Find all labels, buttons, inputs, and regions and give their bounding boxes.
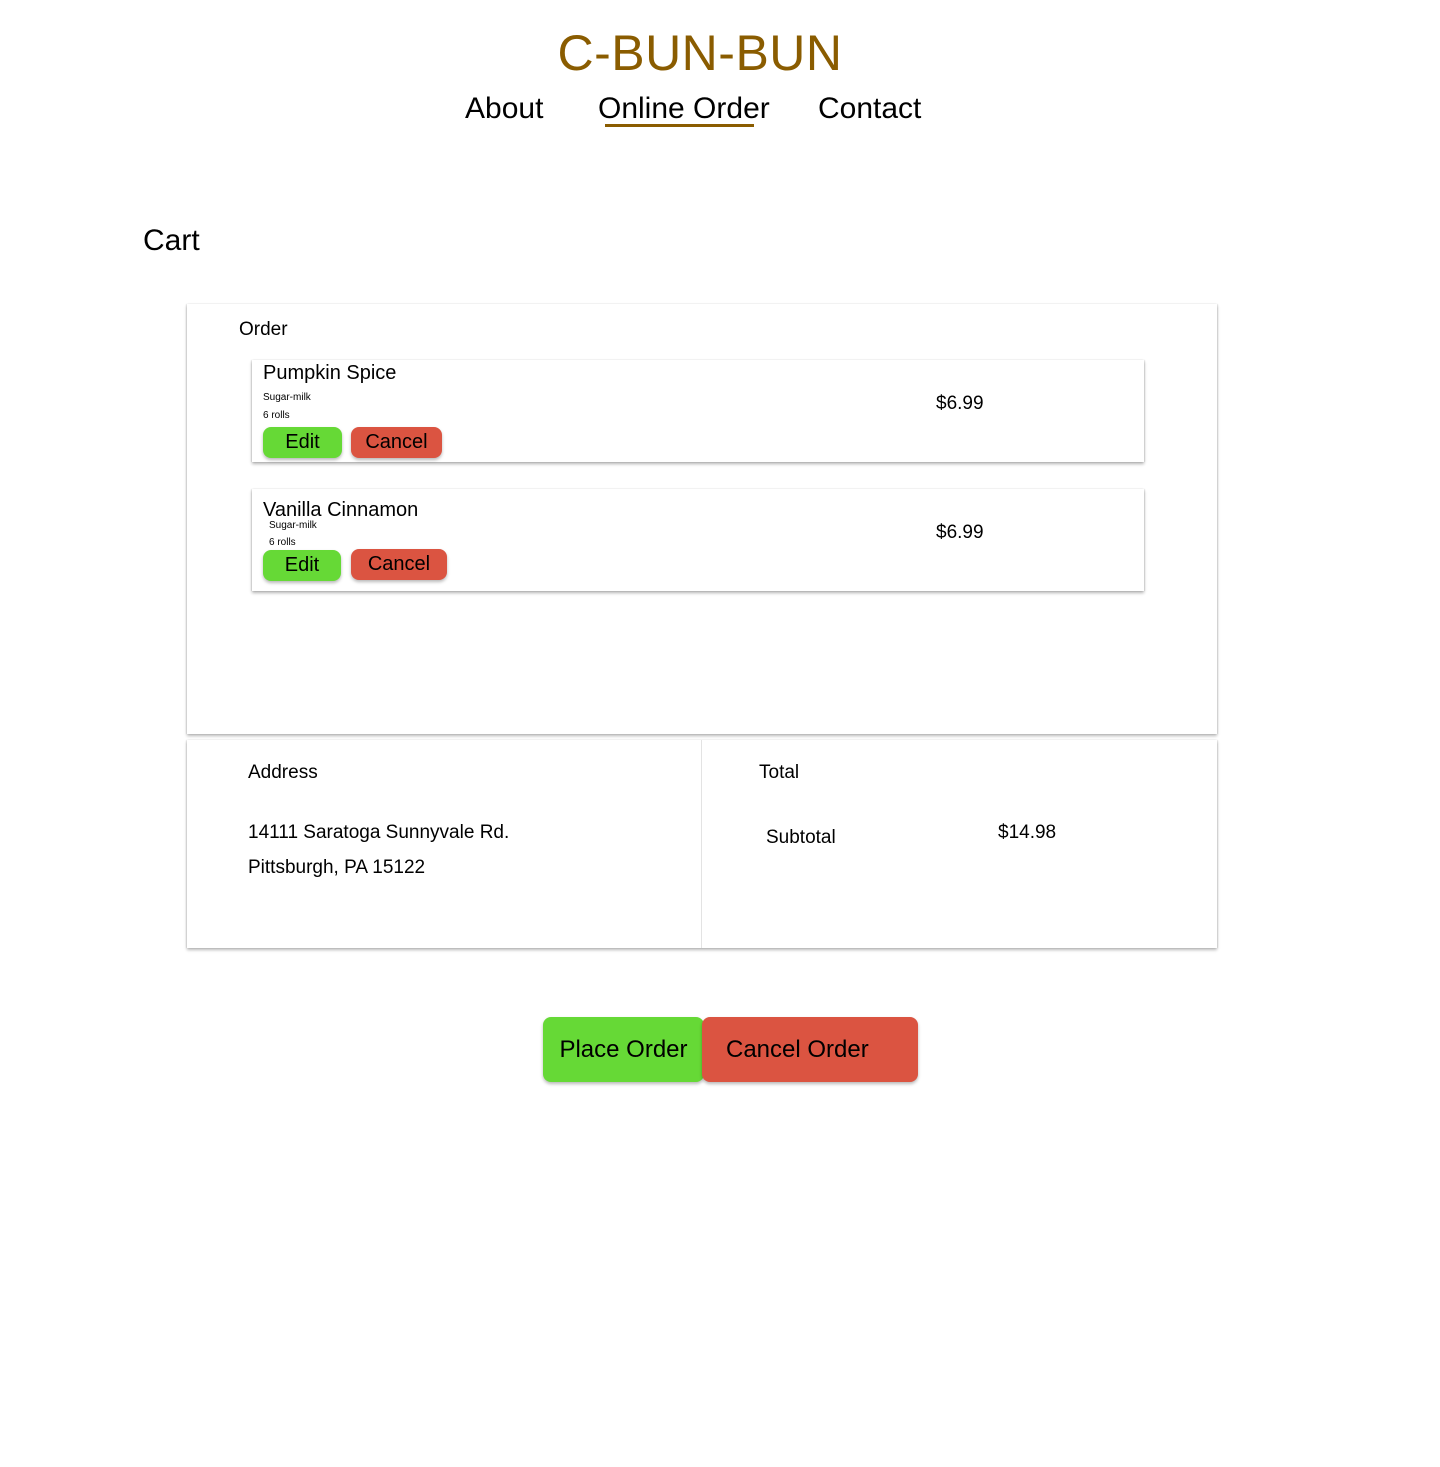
total-label: Total xyxy=(759,762,800,783)
edit-item-button[interactable]: Edit xyxy=(263,550,341,581)
panel-divider xyxy=(701,740,702,948)
item-price: $6.99 xyxy=(936,522,984,543)
nav-contact[interactable]: Contact xyxy=(818,92,921,126)
cancel-item-button[interactable]: Cancel xyxy=(351,549,447,580)
order-section-label: Order xyxy=(239,319,288,340)
item-price: $6.99 xyxy=(936,393,984,414)
item-glaze: Sugar-milk xyxy=(263,392,311,403)
address-line-2: Pittsburgh, PA 15122 xyxy=(248,857,426,878)
cart-item: Pumpkin Spice Sugar-milk 6 rolls $6.99 E… xyxy=(252,360,1144,462)
checkout-info-panel: Address 14111 Saratoga Sunnyvale Rd. Pit… xyxy=(187,740,1217,948)
cancel-order-button[interactable]: Cancel Order xyxy=(702,1017,918,1082)
order-panel: Order Pumpkin Spice Sugar-milk 6 rolls $… xyxy=(187,304,1217,734)
nav-about[interactable]: About xyxy=(465,92,543,126)
place-order-button[interactable]: Place Order xyxy=(543,1017,704,1082)
page-title: Cart xyxy=(143,224,200,257)
item-quantity: 6 rolls xyxy=(269,537,296,548)
subtotal-value: $14.98 xyxy=(998,822,1057,843)
brand-logo: C-BUN-BUN xyxy=(557,25,843,81)
cancel-item-button[interactable]: Cancel xyxy=(351,427,442,458)
item-quantity: 6 rolls xyxy=(263,410,290,421)
nav-online-order[interactable]: Online Order xyxy=(598,92,770,126)
edit-item-button[interactable]: Edit xyxy=(263,427,342,458)
item-name: Pumpkin Spice xyxy=(263,362,397,384)
item-glaze: Sugar-milk xyxy=(269,520,317,531)
nav-active-indicator xyxy=(605,124,754,127)
subtotal-label: Subtotal xyxy=(766,827,836,848)
address-label: Address xyxy=(248,762,318,783)
cart-item: Vanilla Cinnamon Sugar-milk 6 rolls $6.9… xyxy=(252,489,1144,591)
address-line-1: 14111 Saratoga Sunnyvale Rd. xyxy=(248,822,510,843)
item-name: Vanilla Cinnamon xyxy=(263,499,419,521)
